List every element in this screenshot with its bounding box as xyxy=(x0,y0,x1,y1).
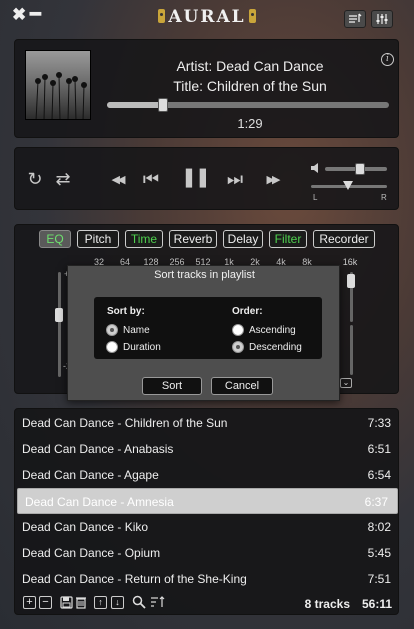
now-playing-panel: Artist: Dead Can Dance Title: Children o… xyxy=(14,39,399,138)
elapsed-time: 1:29 xyxy=(237,116,263,131)
speaker-icon xyxy=(158,9,166,23)
tab-time[interactable]: Time xyxy=(125,230,163,248)
volume-knob[interactable] xyxy=(355,163,365,175)
order-descending-label[interactable]: Descending xyxy=(249,342,302,353)
track-name: Dead Can Dance - Anabasis xyxy=(22,442,174,456)
playlist-panel: Dead Can Dance - Children of the Sun 7:3… xyxy=(14,408,399,615)
total-duration: 56:11 xyxy=(361,597,392,611)
move-down-icon[interactable]: ↓ xyxy=(111,596,124,609)
playlist-footer: + − ↑ ↓ 8 tracks 56:11 xyxy=(15,593,398,614)
eq-preamp-slider[interactable] xyxy=(55,272,63,377)
balance-left-label: L xyxy=(313,193,318,202)
tab-delay[interactable]: Delay xyxy=(223,230,263,248)
table-row-selected[interactable]: Dead Can Dance - Amnesia 6:37 xyxy=(17,488,398,514)
tab-reverb[interactable]: Reverb xyxy=(169,230,217,248)
table-row[interactable]: Dead Can Dance - Opium 5:45 xyxy=(15,540,398,566)
sort-by-name-radio[interactable] xyxy=(106,324,118,336)
tab-eq[interactable]: EQ xyxy=(39,230,71,248)
tab-recorder[interactable]: Recorder xyxy=(313,230,375,248)
order-ascending-label[interactable]: Ascending xyxy=(249,325,296,336)
sort-button[interactable]: Sort xyxy=(142,377,202,395)
table-row[interactable]: Dead Can Dance - Kiko 8:02 xyxy=(15,514,398,540)
table-row[interactable]: Dead Can Dance - Anabasis 6:51 xyxy=(15,436,398,462)
track-name: Dead Can Dance - Opium xyxy=(22,546,161,560)
info-icon[interactable]: i xyxy=(381,53,394,66)
next-track-button[interactable]: ⏭ xyxy=(223,169,247,189)
sort-icon[interactable] xyxy=(150,595,166,614)
album-art xyxy=(25,50,91,120)
freq-label: 16k xyxy=(342,257,358,267)
eq-preamp-knob[interactable] xyxy=(55,308,63,322)
repeat-icon[interactable]: ↻ xyxy=(25,169,45,189)
track-name: Dead Can Dance - Return of the She-King xyxy=(22,572,247,586)
volume-icon[interactable] xyxy=(309,161,323,175)
remove-track-icon[interactable]: − xyxy=(39,596,52,609)
artist-value: Dead Can Dance xyxy=(216,58,324,74)
title-line: Title: Children of the Sun xyxy=(105,78,395,94)
balance-slider[interactable] xyxy=(311,181,387,190)
track-duration: 6:54 xyxy=(367,468,391,482)
track-duration: 7:51 xyxy=(367,572,391,586)
table-row[interactable]: Dead Can Dance - Agape 6:54 xyxy=(15,462,398,488)
shuffle-icon[interactable]: ⇄ xyxy=(51,169,75,189)
seek-backward-button[interactable]: ◀◀ xyxy=(105,170,129,190)
seek-slider[interactable] xyxy=(107,98,389,112)
sort-by-duration-label[interactable]: Duration xyxy=(123,342,161,353)
track-duration: 7:33 xyxy=(367,416,391,430)
add-track-icon[interactable]: + xyxy=(23,596,36,609)
track-name: Dead Can Dance - Children of the Sun xyxy=(22,416,228,430)
app-title-text: AURAL xyxy=(168,7,246,27)
dialog-title: Sort tracks in playlist xyxy=(154,269,255,281)
table-row[interactable]: Dead Can Dance - Children of the Sun 7:3… xyxy=(15,410,398,436)
artist-label: Artist: xyxy=(176,58,213,74)
sort-dialog: Sort tracks in playlist Sort by: Name Du… xyxy=(67,265,340,401)
table-row[interactable]: Dead Can Dance - Return of the She-King … xyxy=(15,566,398,588)
balance-knob[interactable] xyxy=(343,181,353,190)
save-icon[interactable] xyxy=(60,596,73,614)
title-value: Children of the Sun xyxy=(206,78,327,94)
eq-band-knob[interactable] xyxy=(347,274,355,288)
playlist-icon[interactable] xyxy=(344,10,366,28)
sort-by-heading: Sort by: xyxy=(107,306,145,317)
eq-band-slider-lower[interactable] xyxy=(350,325,353,375)
order-heading: Order: xyxy=(232,306,263,317)
sliders-icon[interactable] xyxy=(371,10,393,28)
player-controls: ↻ ⇄ ◀◀ ⏮ ❚❚ ⏭ ▶▶ L R xyxy=(14,147,399,210)
balance-right-label: R xyxy=(381,193,387,202)
track-name: Dead Can Dance - Kiko xyxy=(22,520,149,534)
order-descending-radio[interactable] xyxy=(232,341,244,353)
tab-filter[interactable]: Filter xyxy=(269,230,307,248)
sort-by-duration-radio[interactable] xyxy=(106,341,118,353)
previous-track-button[interactable]: ⏮ xyxy=(139,169,163,189)
seek-forward-button[interactable]: ▶▶ xyxy=(260,170,284,190)
cancel-button[interactable]: Cancel xyxy=(211,377,273,395)
track-duration: 8:02 xyxy=(367,520,391,534)
tab-pitch[interactable]: Pitch xyxy=(77,230,119,248)
track-name: Dead Can Dance - Amnesia xyxy=(25,495,174,509)
pause-button[interactable]: ❚❚ xyxy=(181,168,211,188)
title-label: Title: xyxy=(173,78,204,94)
volume-slider[interactable] xyxy=(325,163,387,175)
order-ascending-radio[interactable] xyxy=(232,324,244,336)
trash-icon[interactable] xyxy=(75,596,87,614)
speaker-icon xyxy=(248,9,256,23)
chevron-down-icon[interactable]: ⌄ xyxy=(340,378,352,388)
artist-line: Artist: Dead Can Dance xyxy=(105,58,395,74)
seek-knob[interactable] xyxy=(158,98,169,112)
sort-options-box: Sort by: Name Duration Order: Ascending … xyxy=(94,297,322,359)
eq-band-slider-16k[interactable] xyxy=(347,272,355,322)
move-up-icon[interactable]: ↑ xyxy=(94,596,107,609)
seek-progress xyxy=(107,102,164,108)
track-name: Dead Can Dance - Agape xyxy=(22,468,159,482)
sort-by-name-label[interactable]: Name xyxy=(123,325,150,336)
track-duration: 5:45 xyxy=(367,546,391,560)
track-count: 8 tracks xyxy=(304,597,350,611)
track-duration: 6:51 xyxy=(367,442,391,456)
title-bar: ✖ ━ AURAL xyxy=(0,0,414,34)
search-icon[interactable] xyxy=(132,595,146,614)
track-duration: 6:37 xyxy=(364,495,388,509)
